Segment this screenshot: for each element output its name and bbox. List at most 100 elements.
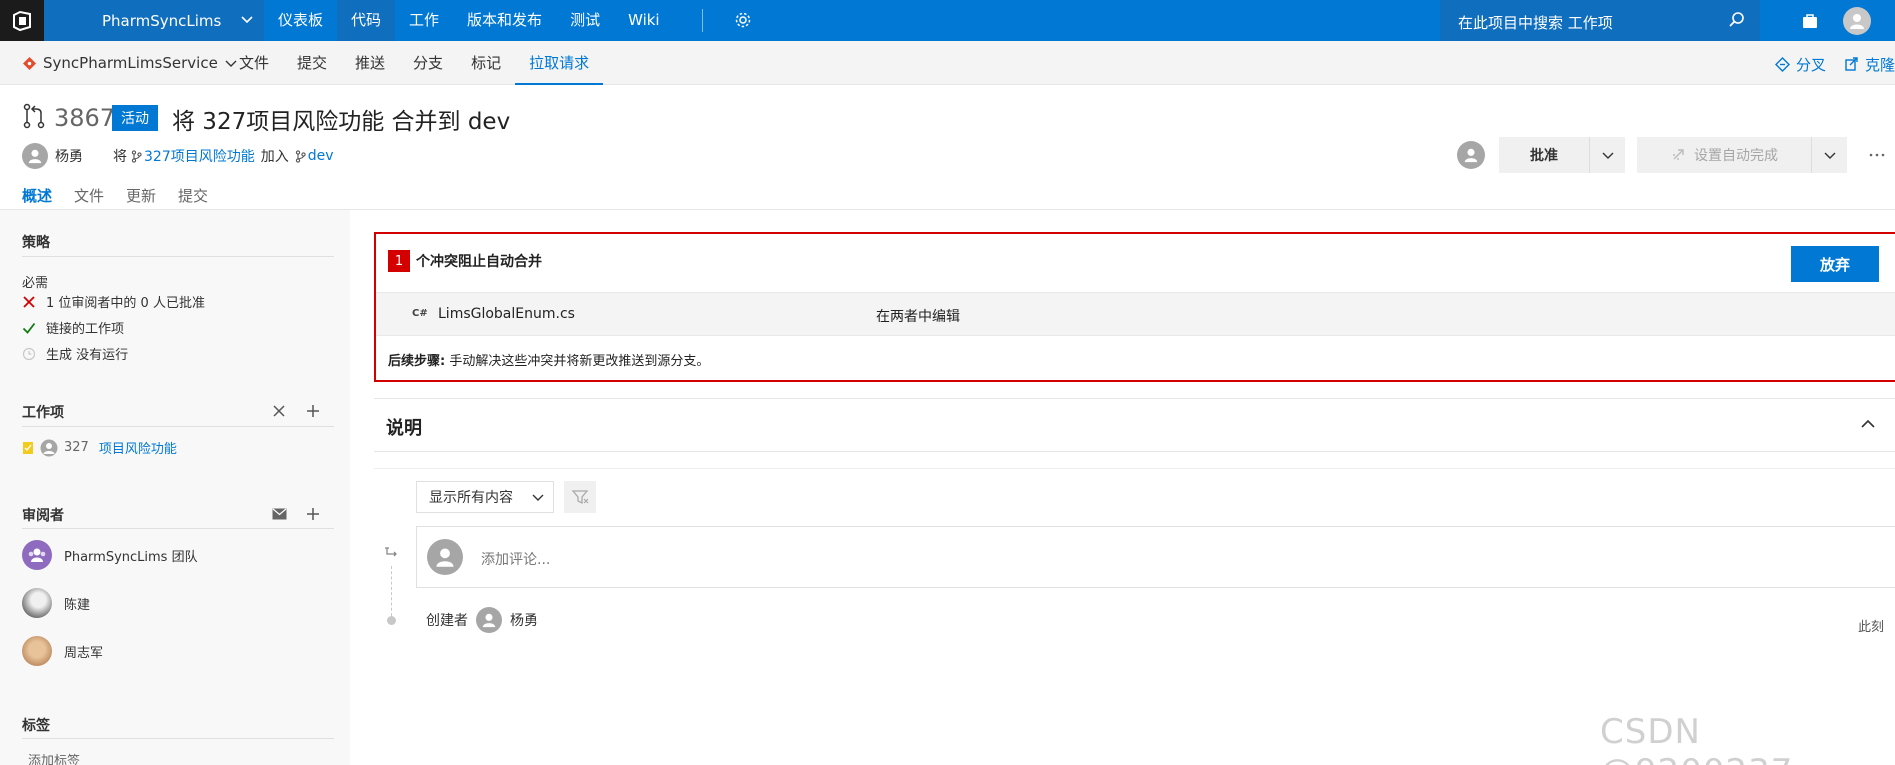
approve-button[interactable]: 批准 [1499,137,1589,173]
search-icon[interactable] [1728,11,1746,29]
reviewer-avatar [22,588,52,618]
pull-request-meta: 杨勇 将 327项目风险功能 加入 dev [22,143,334,169]
chevron-down-icon [1823,148,1837,162]
clock-icon [22,347,36,361]
chevron-down-icon [1601,148,1615,162]
work-item-title[interactable]: 项目风险功能 [99,438,177,457]
shopping-bag-icon[interactable] [1800,11,1820,31]
reviewer-item[interactable]: 周志军 [22,636,103,666]
divider [374,468,1895,469]
autocomplete-label: 设置自动完成 [1694,148,1778,164]
reviewer-avatar[interactable] [1457,141,1485,169]
abandon-button[interactable]: 放弃 [1791,246,1879,282]
nav-dashboard[interactable]: 仪表板 [264,0,337,41]
close-icon [22,295,36,309]
comment-placeholder[interactable]: 添加评论... [481,549,550,569]
mail-icon[interactable] [272,508,287,520]
gear-icon[interactable] [734,11,752,29]
person-icon [481,612,497,628]
conflict-file-row[interactable]: C# LimsGlobalEnum.cs 在两者中编辑 [376,292,1895,336]
reviewer-item[interactable]: 陈建 [22,588,90,618]
search-box[interactable]: 在此项目中搜索 工作项 [1440,0,1760,41]
policies-title: 策略 [22,235,50,251]
add-icon[interactable] [306,507,320,521]
more-actions-button[interactable] [1859,137,1895,173]
source-branch-link[interactable]: 327项目风险功能 [144,146,255,166]
ellipsis-icon [1869,153,1885,157]
description-title: 说明 [386,418,422,439]
team-avatar [22,540,52,570]
conflict-file-name[interactable]: LimsGlobalEnum.cs [438,306,575,322]
author-name: 杨勇 [55,149,83,165]
tab-branches[interactable]: 分支 [399,41,457,85]
project-selector[interactable]: PharmSyncLims [44,0,264,41]
tab-pull-requests[interactable]: 拉取请求 [515,41,604,85]
fork-icon [1774,57,1790,72]
filter-button[interactable] [564,481,596,513]
tab-updates[interactable]: 更新 [126,185,156,206]
clone-label: 克隆 [1864,56,1895,74]
clone-icon [1844,57,1859,72]
autocomplete-dropdown-button[interactable] [1811,137,1847,173]
status-badge: 活动 [112,105,158,131]
csharp-file-icon: C# [412,308,428,319]
nav-code[interactable]: 代码 [337,0,396,41]
nav-work[interactable]: 工作 [395,0,453,41]
person-icon [1848,12,1866,30]
filter-label: 显示所有内容 [429,490,513,506]
tab-tags[interactable]: 标记 [457,41,515,85]
merge-join: 加入 [260,149,289,165]
description-section[interactable]: 说明 [374,398,1895,452]
author-avatar[interactable] [22,143,48,169]
checkmark-icon [22,321,36,335]
chevron-up-icon[interactable] [1860,416,1876,432]
tab-overview[interactable]: 概述 [22,185,52,206]
tab-files[interactable]: 文件 [225,41,283,85]
nav-divider [702,9,703,32]
set-autocomplete-button[interactable]: 设置自动完成 [1637,137,1811,173]
tab-commits[interactable]: 提交 [283,41,341,85]
conflict-heading: 1 个冲突阻止自动合并 [388,250,542,272]
azure-devops-logo[interactable] [0,0,44,41]
conflict-next-steps: 后续步骤: 手动解决这些冲突并将新更改推送到源分支。 [388,350,709,369]
devops-logo-icon [11,10,33,32]
add-comment-box[interactable]: 添加评论... [416,526,1895,588]
tab-commits[interactable]: 提交 [178,185,208,206]
reviewer-avatar [22,636,52,666]
divider [22,738,334,739]
tab-pushes[interactable]: 推送 [341,41,399,85]
branch-icon [131,149,142,163]
repository-selector[interactable]: SyncPharmLimsService [22,54,238,72]
creator-avatar[interactable] [476,607,502,633]
repository-navigation: SyncPharmLimsService 文件 提交 推送 分支 标记 拉取请求… [0,41,1895,85]
clone-button[interactable]: 克隆 [1844,54,1895,75]
nav-wiki[interactable]: Wiki [614,0,674,41]
repo-actions: 分叉 克隆 [1774,54,1895,75]
activity-filter-dropdown[interactable]: 显示所有内容 [416,481,554,513]
fork-label: 分叉 [1795,56,1826,74]
target-branch-link[interactable]: dev [308,148,334,164]
git-repo-icon [22,56,37,71]
fork-button[interactable]: 分叉 [1774,54,1826,75]
comment-thread-icon [384,546,400,560]
work-items-title: 工作项 [22,405,64,421]
timeline-dot [387,616,396,625]
user-avatar[interactable] [1843,7,1871,35]
policy-text: 链接的工作项 [46,322,125,337]
divider [22,528,334,529]
work-item-row[interactable]: 327 项目风险功能 [22,438,177,457]
add-tag-link[interactable]: 添加标签 [28,750,80,765]
divider [22,426,334,427]
approve-dropdown-button[interactable] [1589,137,1625,173]
nav-build-release[interactable]: 版本和发布 [453,0,556,41]
add-icon[interactable] [306,404,320,418]
pull-request-id: 3867 [54,104,116,132]
nav-test[interactable]: 测试 [556,0,614,41]
pull-request-icon [22,103,46,129]
csdn-watermark: CSDN @9200237 [1600,712,1792,765]
hub-navigation: 仪表板 代码 工作 版本和发布 测试 Wiki [264,0,674,41]
close-icon[interactable] [272,404,286,418]
reviewer-item[interactable]: PharmSyncLims 团队 [22,540,198,570]
tab-files[interactable]: 文件 [74,185,104,206]
conflict-file-state: 在两者中编辑 [876,309,960,325]
